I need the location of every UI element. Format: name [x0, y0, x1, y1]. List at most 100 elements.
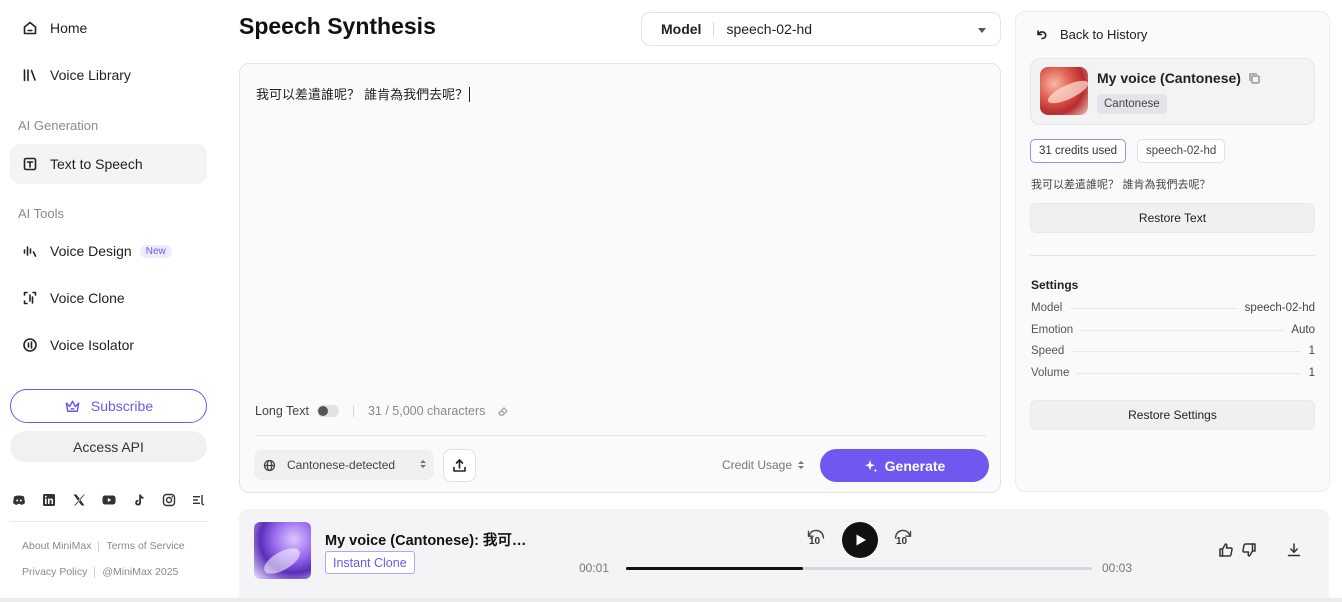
setting-row-speed: Speed 1: [1031, 345, 1315, 357]
nav-voice-isolator[interactable]: Voice Isolator: [10, 325, 207, 365]
long-text-toggle[interactable]: [316, 405, 339, 417]
model-chip: speech-02-hd: [1137, 139, 1226, 163]
dotted-leader: [1077, 372, 1301, 374]
text-cursor: [469, 87, 471, 102]
nav-home[interactable]: Home: [10, 8, 207, 48]
upload-button[interactable]: [443, 449, 476, 482]
section-ai-generation: AI Generation: [18, 118, 99, 133]
bottom-edge: [0, 598, 1342, 602]
editor-divider: [255, 435, 986, 436]
setting-value: Auto: [1291, 324, 1315, 336]
long-text-label: Long Text: [255, 404, 309, 418]
instagram-icon[interactable]: [162, 492, 192, 508]
nav-home-label: Home: [50, 20, 88, 36]
setting-row-model: Model speech-02-hd: [1031, 302, 1315, 314]
panel-divider: [1030, 255, 1315, 256]
nav-voice-design[interactable]: Voice Design New: [10, 231, 207, 271]
language-select-value: Cantonese-detected: [287, 458, 396, 472]
text-editor[interactable]: 我可以差遣誰呢？ 誰肯為我們去呢？ Long Text 31 / 5,000 c…: [239, 63, 1001, 493]
nav-voice-clone[interactable]: Voice Clone: [10, 278, 207, 318]
audio-player: My voice (Cantonese): 我可… Instant Clone …: [239, 509, 1329, 602]
long-text-row: Long Text 31 / 5,000 characters: [255, 404, 509, 418]
subscribe-button[interactable]: Subscribe: [10, 389, 207, 423]
dotted-leader: [1081, 329, 1284, 331]
privacy-link[interactable]: Privacy Policy: [22, 566, 87, 578]
access-api-button[interactable]: Access API: [10, 431, 207, 462]
char-count: 31 / 5,000 characters: [367, 404, 486, 418]
credits-used-chip: 31 credits used: [1030, 139, 1126, 163]
progress-bar[interactable]: [626, 567, 1092, 570]
back-to-history-button[interactable]: Back to History: [1035, 27, 1147, 42]
nav-voice-library[interactable]: Voice Library: [10, 55, 207, 95]
model-select-divider: [713, 22, 715, 36]
globe-icon: [263, 459, 276, 471]
credit-usage-select[interactable]: Credit Usage: [722, 458, 805, 472]
tiktok-icon[interactable]: [132, 492, 162, 508]
setting-key: Volume: [1031, 367, 1070, 379]
generate-button[interactable]: Generate: [820, 449, 989, 482]
copyright-text: @MiniMax 2025: [102, 566, 179, 578]
nav-voice-library-label: Voice Library: [50, 67, 131, 83]
copy-icon[interactable]: [1249, 72, 1260, 84]
library-icon: [22, 67, 38, 83]
setting-value: 1: [1308, 367, 1315, 379]
page-title: Speech Synthesis: [239, 13, 436, 39]
social-links: [12, 492, 222, 508]
chevron-down-icon: [978, 28, 986, 33]
sidebar-divider: [10, 521, 207, 522]
nav-text-to-speech[interactable]: Text to Speech: [10, 144, 207, 184]
model-select[interactable]: Model speech-02-hd: [641, 12, 1001, 46]
skip-back-button[interactable]: 10: [804, 527, 828, 551]
setting-key: Model: [1031, 302, 1063, 314]
thumbs-up-icon: [1219, 543, 1233, 557]
voice-isolator-icon: [22, 337, 38, 353]
voice-language-tag: Cantonese: [1097, 94, 1167, 114]
editor-text-area[interactable]: 我可以差遣誰呢？ 誰肯為我們去呢？: [256, 84, 471, 103]
skip-forward-button[interactable]: 10: [891, 527, 915, 551]
subscribe-label: Subscribe: [90, 398, 154, 414]
instant-clone-tag: Instant Clone: [325, 551, 415, 574]
voice-card: My voice (Cantonese) Cantonese: [1030, 58, 1315, 125]
dislike-button[interactable]: [1241, 542, 1257, 558]
dotted-leader: [1070, 307, 1237, 309]
download-button[interactable]: [1286, 542, 1302, 558]
skip-forward-label: 10: [896, 536, 908, 547]
crown-icon: [65, 400, 80, 412]
generate-label: Generate: [884, 457, 946, 474]
play-button[interactable]: [842, 522, 878, 558]
upload-icon: [453, 459, 466, 472]
voice-clone-icon: [22, 290, 38, 306]
editor-text: 我可以差遣誰呢？ 誰肯為我們去呢？: [256, 88, 469, 103]
section-ai-tools: AI Tools: [18, 206, 65, 221]
history-panel: Back to History My voice (Cantonese) Can…: [1015, 11, 1330, 492]
setting-key: Speed: [1031, 345, 1065, 357]
dotted-leader: [1072, 350, 1301, 352]
footer-separator: [98, 540, 100, 552]
settings-title: Settings: [1031, 278, 1079, 292]
nav-voice-design-label: Voice Design: [50, 243, 132, 259]
sidebar: Home Voice Library AI Generation Text to…: [0, 0, 218, 602]
thumbs-down-icon: [1242, 543, 1256, 557]
back-to-history-label: Back to History: [1060, 27, 1148, 42]
terms-link[interactable]: Terms of Service: [106, 540, 184, 552]
download-icon: [1287, 543, 1301, 557]
skip-back-label: 10: [809, 536, 821, 547]
youtube-icon[interactable]: [102, 492, 132, 508]
discord-icon[interactable]: [12, 492, 42, 508]
linkedin-icon[interactable]: [42, 492, 72, 508]
about-link[interactable]: About MiniMax: [22, 540, 91, 552]
history-text: 我可以差遣誰呢？ 誰肯為我們去呢？: [1031, 178, 1211, 191]
progress-fill: [626, 567, 804, 570]
podcast-icon[interactable]: [192, 492, 222, 508]
nav-text-to-speech-label: Text to Speech: [50, 156, 143, 172]
sort-icon: [420, 460, 426, 468]
sort-icon: [798, 461, 805, 469]
eraser-icon[interactable]: [497, 405, 509, 417]
new-badge: New: [139, 244, 172, 258]
like-button[interactable]: [1218, 542, 1234, 558]
restore-settings-button[interactable]: Restore Settings: [1030, 400, 1315, 430]
x-icon[interactable]: [72, 492, 102, 508]
restore-text-button[interactable]: Restore Text: [1030, 203, 1315, 233]
setting-row-emotion: Emotion Auto: [1031, 324, 1315, 336]
language-select[interactable]: Cantonese-detected: [254, 450, 434, 480]
